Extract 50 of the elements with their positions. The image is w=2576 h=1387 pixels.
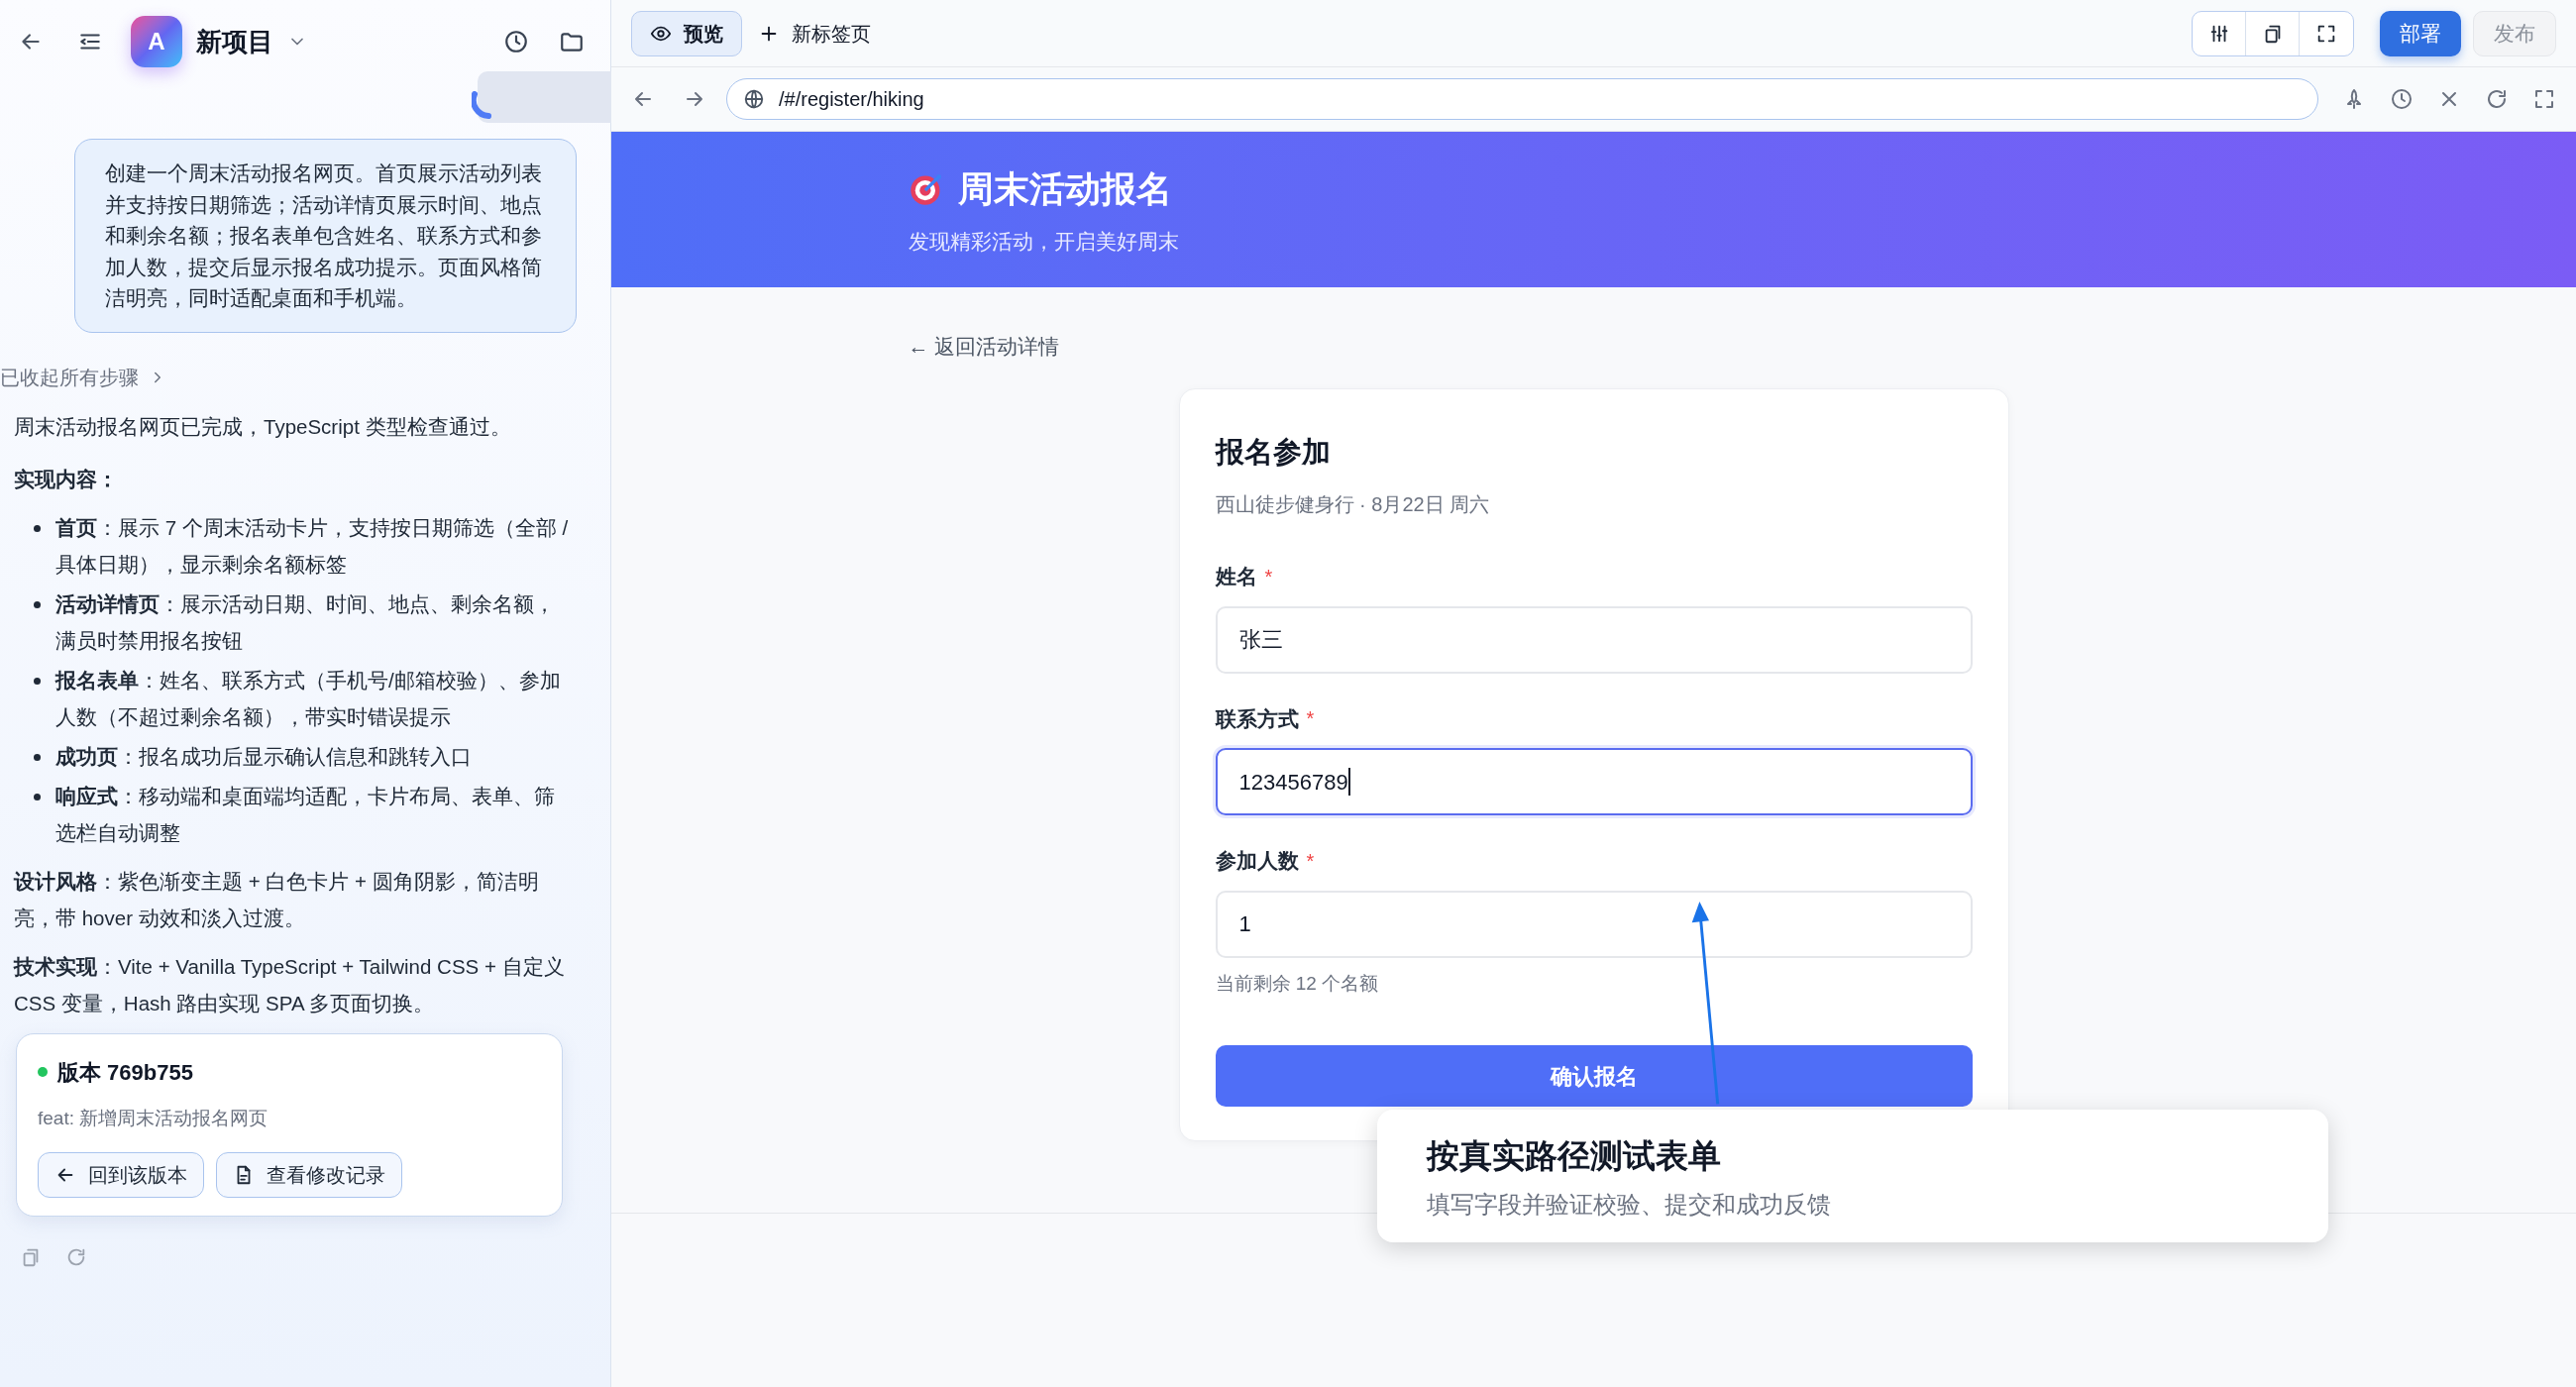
user-message: 创建一个周末活动报名网页。首页展示活动列表并支持按日期筛选；活动详情页展示时间、地点和剩余名额；报名表单包含姓名、联系方式和参加人数，提交后显示报名成功提示。页面风格简洁明亮，同时适配桌面和手机端。 xyxy=(74,139,577,333)
required-mark: * xyxy=(1306,848,1315,874)
input-field[interactable]: 张三 xyxy=(1215,605,1973,674)
form-title: 报名参加 xyxy=(1215,434,1332,470)
reply-list-item: 活动详情页：展示活动日期、时间、地点、剩余名额，满员时禁用报名按钮 xyxy=(55,590,556,654)
submit-button[interactable]: 确认报名 xyxy=(1215,1045,1973,1107)
commit-message: feat: 新增周末活动报名网页 xyxy=(38,1106,269,1130)
collapsed-steps-toggle[interactable]: 已收起所有步骤 xyxy=(0,362,166,392)
reply-list-item: 成功页：报名成功后显示确认信息和跳转入口 xyxy=(55,743,473,770)
fullscreen-icon xyxy=(2532,87,2556,111)
required-mark: * xyxy=(1264,564,1273,589)
field-hint: 当前剩余 12 个名额 xyxy=(1215,971,1380,996)
field-label: 姓名 xyxy=(1215,564,1257,589)
preview-tab[interactable]: 预览 xyxy=(631,10,742,56)
input-field[interactable]: 123456789 xyxy=(1215,748,1973,815)
spinner-icon xyxy=(472,91,491,119)
back-link[interactable]: ← 返回活动详情 xyxy=(908,335,1060,358)
history-button[interactable] xyxy=(2390,87,2414,111)
fullscreen-button[interactable] xyxy=(2532,87,2556,111)
reply-list-item: 报名表单：姓名、联系方式（手机号/邮箱校验）、参加人数（不超过剩余名额），带实时错误提示 xyxy=(55,667,562,730)
new-tab-button[interactable]: 新标签页 xyxy=(758,18,871,49)
history-button[interactable] xyxy=(503,29,529,54)
reply-list-item: 响应式：移动端和桌面端均适配，卡片布局、表单、筛选栏自动调整 xyxy=(55,783,556,846)
reply-heading: 实现内容： xyxy=(14,466,119,492)
reply-text: 设计风格：紫色渐变主题 + 白色卡片 + 圆角阴影，简洁明亮，带 hover 动效和淡入过渡。 xyxy=(14,868,540,931)
project-name-dropdown[interactable]: 新项目 xyxy=(196,22,307,61)
field-label: 联系方式 xyxy=(1215,705,1299,732)
version-title: 版本 769b755 xyxy=(57,1058,193,1087)
form-subtitle: 西山徒步健身行 · 8月22日 周六 xyxy=(1215,492,1491,517)
reply-list-item: 首页：展示 7 个周末活动卡片，支持按日期筛选（全部 / 具体日期），显示剩余名额标签 xyxy=(55,514,570,578)
address-field[interactable]: /#/register/hiking xyxy=(726,78,2318,120)
deploy-button[interactable]: 部署 xyxy=(2380,10,2461,56)
reload-button[interactable] xyxy=(2485,87,2509,111)
globe-icon xyxy=(743,88,765,110)
required-mark: * xyxy=(1306,706,1315,732)
callout-title: 按真实路径测试表单 xyxy=(1427,1136,1722,1176)
site-title: 周末活动报名 xyxy=(957,166,1172,211)
clock-icon xyxy=(503,29,529,54)
callout-text: 填写字段并验证校验、提交和成功反馈 xyxy=(1427,1189,1832,1220)
refresh-icon xyxy=(2485,87,2509,111)
view-changes-button[interactable]: 查看修改记录 xyxy=(216,1152,402,1199)
project-avatar: A xyxy=(131,16,182,67)
reply-text: 技术实现：Vite + Vanilla TypeScript + Tailwind CSS + 自定义 CSS 变量，Hash 路由实现 SPA 多页面切换。 xyxy=(14,953,566,1016)
text-caret xyxy=(1347,768,1350,796)
clock-icon xyxy=(2390,87,2414,111)
site-subtitle: 发现精彩活动，开启美好周末 xyxy=(908,228,1180,255)
revert-version-button[interactable]: 回到该版本 xyxy=(38,1152,204,1199)
field-label: 参加人数 xyxy=(1215,848,1299,874)
reply-text: 周末活动报名网页已完成，TypeScript 类型检查通过。 xyxy=(14,413,512,440)
input-field[interactable]: 1 xyxy=(1215,890,1973,958)
